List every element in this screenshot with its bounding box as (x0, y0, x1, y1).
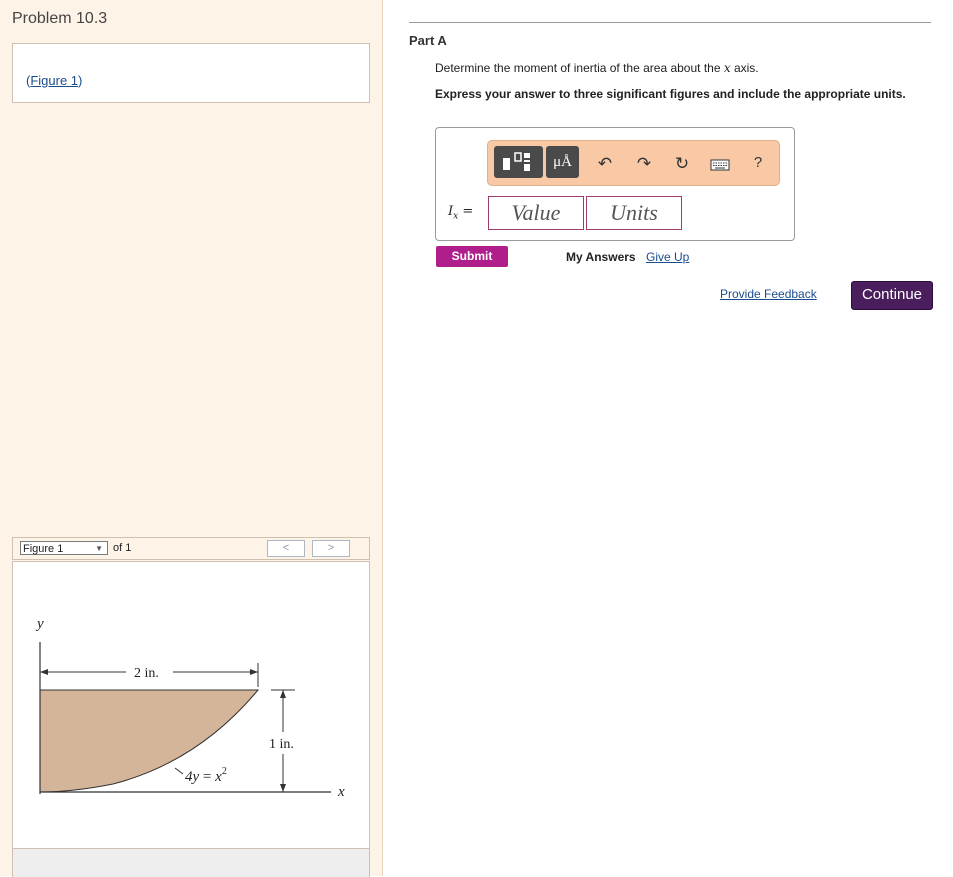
curve-label-leader (174, 767, 184, 775)
curve-equation-equals: = (203, 769, 211, 785)
y-axis-label: y (35, 616, 44, 632)
templates-button[interactable] (494, 146, 543, 178)
units-input[interactable]: Units (586, 196, 682, 230)
equation-label: Ix = (448, 204, 473, 222)
part-title: Part A (409, 33, 447, 48)
equation-equals: = (462, 204, 474, 219)
figure-select[interactable]: Figure 1 ▼ (20, 541, 108, 555)
redo-icon[interactable]: ↷ (634, 154, 654, 174)
units-button[interactable]: μÅ (546, 146, 579, 178)
figure-link-text[interactable]: Figure 1 (30, 73, 78, 88)
question-prefix: Determine the moment of inertia of the a… (435, 61, 724, 75)
provide-feedback-link[interactable]: Provide Feedback (720, 287, 817, 301)
help-button[interactable]: ? (748, 154, 768, 171)
curve-equation-label: 4y = x2 (185, 766, 227, 785)
curve-equation-lhs: 4y (185, 769, 200, 785)
continue-button[interactable]: Continue (851, 281, 933, 310)
figure-panel: y x 2 in. 1 in. 4y = x2 (12, 561, 370, 850)
height-arrow-top (280, 690, 286, 698)
equation-subscript: x (453, 211, 459, 222)
give-up-link[interactable]: Give Up (646, 250, 689, 264)
height-dimension-label: 1 in. (269, 737, 294, 752)
submit-button[interactable]: Submit (436, 246, 508, 267)
figure-diagram: y x 2 in. 1 in. 4y = x2 (35, 616, 345, 800)
reset-icon[interactable]: ↻ (672, 154, 692, 174)
templates-icon (503, 152, 530, 171)
question-suffix: axis. (730, 61, 759, 75)
math-toolbar: μÅ ↶ ↷ ↻ ? (487, 140, 780, 186)
figure-link[interactable]: (Figure 1) (26, 73, 82, 88)
question-panel: Part A Determine the moment of inertia o… (383, 0, 953, 876)
answer-instruction: Express your answer to three significant… (435, 87, 906, 101)
problem-title: Problem 10.3 (12, 10, 108, 27)
prev-figure-button[interactable]: < (267, 540, 305, 557)
divider (409, 22, 931, 23)
figure-select-value: Figure 1 (23, 543, 64, 555)
question-variable: x (723, 61, 731, 75)
my-answers-label: My Answers (566, 250, 636, 264)
question-text: Determine the moment of inertia of the a… (435, 61, 759, 75)
value-input[interactable]: Value (488, 196, 584, 230)
x-axis-label: x (337, 784, 345, 800)
width-dimension-label: 2 in. (134, 666, 159, 681)
curve-equation-exponent: 2 (222, 766, 227, 777)
height-arrow-bottom (280, 784, 286, 792)
figure-navigation-bar: Figure 1 ▼ of 1 < > (12, 537, 370, 560)
answer-box: μÅ ↶ ↷ ↻ ? Ix = Value Units (435, 127, 795, 241)
undo-icon[interactable]: ↶ (595, 154, 615, 174)
figure-count: of 1 (113, 542, 132, 554)
next-figure-button[interactable]: > (312, 540, 350, 557)
chevron-down-icon: ▼ (95, 544, 103, 553)
problem-panel: Problem 10.3 (Figure 1) Figure 1 ▼ of 1 … (0, 0, 383, 877)
width-arrow-right (250, 669, 258, 675)
figure-footer (12, 848, 370, 877)
keyboard-icon[interactable] (710, 156, 730, 176)
width-arrow-left (40, 669, 48, 675)
figure-link-box: (Figure 1) (12, 43, 370, 103)
